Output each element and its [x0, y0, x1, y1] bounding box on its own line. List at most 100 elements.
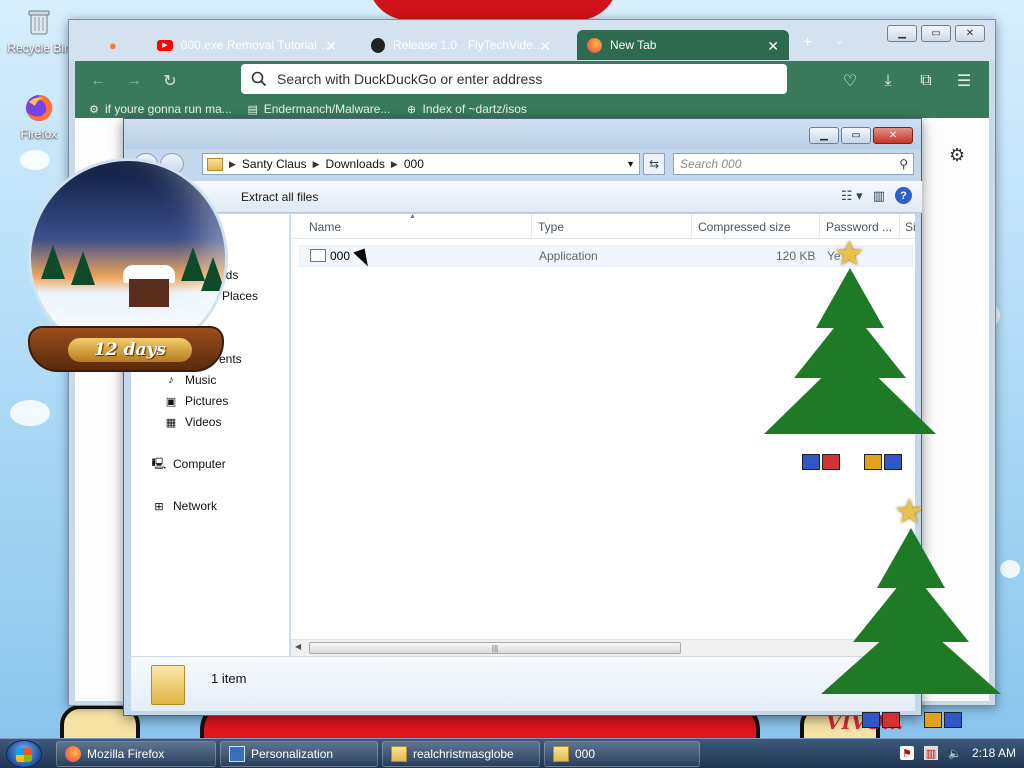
tree-tier	[764, 350, 936, 434]
taskbar-item-label: Mozilla Firefox	[87, 747, 165, 761]
house-icon	[129, 279, 169, 307]
github-icon	[371, 37, 385, 53]
tab-close-icon[interactable]: ✕	[325, 38, 337, 55]
column-divider[interactable]	[531, 214, 532, 239]
column-divider[interactable]	[899, 214, 900, 239]
list-tabs-chevron-icon[interactable]: ⌄	[835, 34, 844, 47]
minimize-button[interactable]: ▁	[809, 127, 839, 144]
nav-label: Network	[173, 499, 218, 513]
forward-button[interactable]: →	[119, 66, 149, 96]
christmas-tree-decoration: ★	[818, 493, 1004, 728]
tab-removal-tutorial[interactable]: ▶ 000.exe Removal Tutorial + D ✕	[147, 30, 347, 60]
menu-hamburger-icon[interactable]: ☰	[949, 66, 979, 96]
item-count: 1 item	[211, 671, 247, 686]
breadcrumb[interactable]: ▶ Santy Claus ▶ Downloads ▶ 000 ▼	[202, 153, 640, 175]
sidebar-item-pictures[interactable]: ▣ Pictures	[163, 394, 229, 408]
gear-icon: ⚙	[89, 103, 99, 116]
views-icon[interactable]: ☷ ▾	[841, 188, 863, 204]
tab-close-icon[interactable]: ✕	[539, 38, 551, 55]
maximize-button[interactable]: ▭	[841, 127, 871, 144]
sidebar-item-computer[interactable]: 🖳 Computer	[151, 457, 226, 471]
bookmark-item[interactable]: ▤ Endermanch/Malware...	[246, 102, 391, 116]
customize-gear-icon[interactable]: ⚙	[949, 145, 965, 166]
christmas-tree-decoration: ★	[760, 235, 940, 470]
taskbar-item-firefox[interactable]: Mozilla Firefox	[56, 741, 216, 767]
scroll-left-icon[interactable]: ◀	[295, 642, 301, 651]
firefox-nav-toolbar: ← → ↻ Search with DuckDuckGo or enter ad…	[75, 61, 989, 100]
videos-icon: ▦	[165, 416, 177, 429]
folder-icon	[391, 746, 407, 762]
back-button[interactable]: ←	[83, 66, 113, 96]
bookmark-item[interactable]: ⊕ Index of ~dartz/isos	[404, 102, 527, 116]
desktop-icon-recycle-bin[interactable]: Recycle Bin	[4, 6, 74, 55]
help-icon[interactable]: ?	[895, 187, 912, 204]
maximize-button[interactable]: ▭	[921, 25, 951, 42]
extensions-icon[interactable]: ⧉	[911, 66, 941, 96]
extract-all-button[interactable]: Extract all files	[241, 190, 318, 204]
firefox-window-controls: ▁ ▭ ✕	[887, 25, 985, 42]
bookmark-label: if youre gonna run ma...	[105, 102, 232, 116]
windows-logo-icon	[16, 748, 32, 762]
column-header-name[interactable]: Name	[309, 220, 341, 234]
bookmarks-toolbar: ⚙ if youre gonna run ma... ▤ Endermanch/Ma…	[75, 100, 989, 118]
minimize-button[interactable]: ▁	[887, 25, 917, 42]
firefox-icon: ●	[109, 37, 117, 53]
globe-icon: ⊕	[406, 103, 417, 116]
star-icon: ★	[894, 493, 925, 531]
desktop-icon-firefox[interactable]: Firefox	[4, 92, 74, 141]
breadcrumb-item[interactable]: 000	[404, 157, 424, 171]
scrollbar-thumb[interactable]: |||	[309, 642, 681, 654]
network-icon[interactable]: ▥	[923, 746, 938, 760]
column-header-compressed-size[interactable]: Compressed size	[698, 220, 791, 234]
desktop-icon-label: Recycle Bin	[7, 41, 71, 55]
sidebar-item-network[interactable]: ⊞ Network	[151, 499, 217, 513]
bookmark-label: Endermanch/Malware...	[263, 102, 391, 116]
breadcrumb-item[interactable]: Downloads	[326, 157, 385, 171]
countdown-label: 12 days	[68, 338, 192, 362]
refresh-button[interactable]: ⇆	[643, 153, 665, 175]
explorer-window-controls: ▁ ▭ ✕	[809, 127, 913, 144]
nav-label: Computer	[173, 457, 226, 471]
column-header-password[interactable]: Password ...	[826, 220, 892, 234]
close-button[interactable]: ✕	[955, 25, 985, 42]
search-input[interactable]: Search 000 ⚲	[673, 153, 914, 175]
snow-globe-gadget[interactable]: 12 days	[24, 150, 244, 380]
new-tab-plus-icon[interactable]: +	[803, 34, 812, 52]
tree-icon	[201, 257, 225, 291]
column-divider[interactable]	[691, 214, 692, 239]
gift-icon	[802, 454, 820, 470]
breadcrumb-item[interactable]: Santy Claus	[242, 157, 307, 171]
clock[interactable]: 2:18 AM	[972, 746, 1016, 760]
explorer-titlebar: ▁ ▭ ✕	[124, 119, 921, 149]
tab-new-tab[interactable]: New Tab ✕	[577, 30, 789, 60]
reload-button[interactable]: ↻	[155, 66, 185, 96]
taskbar-item-personalization[interactable]: Personalization	[220, 741, 378, 767]
column-divider[interactable]	[819, 214, 820, 239]
application-icon	[310, 249, 326, 262]
sidebar-item-videos[interactable]: ▦ Videos	[163, 415, 222, 429]
taskbar-item-realchristmasglobe[interactable]: realchristmasglobe	[382, 741, 540, 767]
column-header-type[interactable]: Type	[538, 220, 564, 234]
taskbar-item-000[interactable]: 000	[544, 741, 700, 767]
tab-github-release[interactable]: Release 1.0 · FlyTechVideos/00 ✕	[361, 30, 561, 60]
tab-close-icon[interactable]: ✕	[767, 38, 779, 55]
pocket-icon[interactable]: ♡	[835, 66, 865, 96]
firefox-icon	[587, 37, 602, 53]
folder-icon	[553, 746, 569, 762]
downloads-icon[interactable]: ⤓	[873, 66, 903, 96]
preview-pane-icon[interactable]: ▥	[873, 188, 885, 204]
nav-label: Videos	[185, 415, 222, 429]
start-button[interactable]	[6, 740, 42, 768]
taskbar-item-label: realchristmasglobe	[413, 747, 514, 761]
tab-title: Release 1.0 · FlyTechVideos/00	[393, 38, 551, 52]
chevron-down-icon[interactable]: ▼	[626, 159, 635, 169]
taskbar: Mozilla Firefox Personalization realchri…	[0, 738, 1024, 768]
volume-icon[interactable]: 🔈	[948, 746, 962, 760]
url-bar[interactable]: Search with DuckDuckGo or enter address	[241, 64, 787, 94]
close-button[interactable]: ✕	[873, 127, 913, 144]
bookmark-item[interactable]: ⚙ if youre gonna run ma...	[87, 102, 232, 116]
column-header-size[interactable]: Si	[905, 220, 916, 234]
firefox-icon	[26, 94, 53, 121]
action-center-icon[interactable]: ⚑	[899, 746, 914, 760]
firefox-icon	[65, 746, 81, 762]
